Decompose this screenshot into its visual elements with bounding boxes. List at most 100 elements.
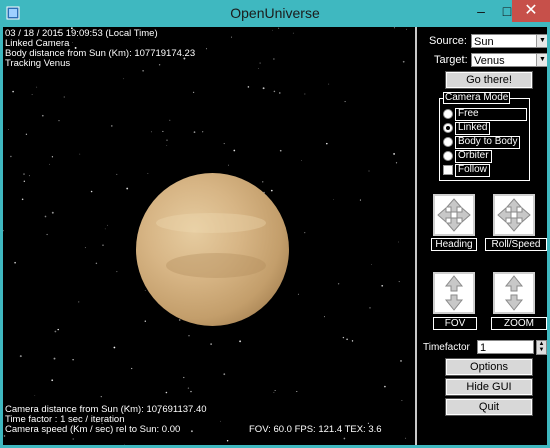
- orbiter-label: Orbiter: [455, 150, 492, 163]
- camera-mode-group: Camera Mode Free Linked Body to Body Orb…: [439, 92, 530, 181]
- target-label: Target:: [434, 54, 468, 66]
- roll-speed-label: Roll/Speed: [485, 238, 547, 251]
- hud-stats: FOV: 60.0 FPS: 121.4 TEX: 3.6: [249, 424, 382, 435]
- radio-orbiter[interactable]: [443, 151, 453, 161]
- star: [36, 86, 38, 88]
- timefactor-spinner[interactable]: ▲ ▼: [536, 340, 547, 355]
- four-way-arrow-icon: [497, 198, 531, 232]
- star: [393, 152, 396, 155]
- star: [95, 262, 98, 265]
- star: [183, 376, 185, 379]
- star: [166, 139, 168, 141]
- star: [57, 328, 59, 331]
- star: [178, 319, 181, 321]
- star: [402, 60, 405, 63]
- star: [398, 281, 400, 283]
- star: [54, 330, 57, 333]
- star: [166, 145, 168, 146]
- star: [84, 247, 86, 249]
- star: [239, 340, 242, 343]
- go-there-button[interactable]: Go there!: [445, 71, 533, 89]
- star: [223, 143, 225, 145]
- star: [10, 155, 12, 158]
- app-client-area: 03 / 18 / 2015 19:09:53 (Local Time) Lin…: [3, 27, 547, 445]
- star: [233, 149, 236, 152]
- star: [259, 62, 261, 64]
- radio-linked[interactable]: [443, 123, 453, 133]
- star: [188, 335, 190, 337]
- source-value: Sun: [474, 36, 494, 48]
- radio-free[interactable]: [443, 109, 453, 119]
- fov-control[interactable]: [433, 272, 475, 314]
- space-viewport[interactable]: 03 / 18 / 2015 19:09:53 (Local Time) Lin…: [3, 27, 415, 445]
- star: [187, 387, 190, 389]
- star: [274, 390, 276, 391]
- star: [23, 173, 25, 175]
- hud-tracking: Tracking Venus: [5, 58, 71, 69]
- star: [12, 90, 14, 93]
- star: [278, 27, 280, 29]
- close-button[interactable]: ✕: [512, 0, 550, 22]
- star: [247, 86, 250, 88]
- star: [381, 284, 384, 287]
- chevron-down-icon[interactable]: ▼: [536, 35, 547, 47]
- star: [158, 64, 161, 66]
- star: [58, 119, 60, 122]
- star: [323, 316, 325, 318]
- star: [346, 338, 348, 341]
- timefactor-input[interactable]: 1: [477, 340, 534, 354]
- free-label: Free: [455, 108, 527, 121]
- star: [393, 27, 395, 29]
- star: [262, 87, 265, 90]
- star: [165, 391, 168, 394]
- star: [44, 215, 47, 218]
- star: [49, 163, 50, 165]
- star: [206, 48, 207, 50]
- roll-speed-control[interactable]: [493, 194, 535, 236]
- star: [301, 160, 303, 162]
- star: [78, 301, 80, 303]
- star: [328, 83, 330, 85]
- star: [51, 379, 54, 382]
- star: [369, 307, 371, 309]
- star: [230, 36, 233, 38]
- follow-checkbox[interactable]: [443, 165, 453, 175]
- target-select[interactable]: Venus ▼: [471, 53, 547, 67]
- title-bar[interactable]: OpenUniverse – □ ✕: [0, 0, 550, 27]
- star: [297, 293, 299, 295]
- radio-body-to-body[interactable]: [443, 137, 453, 147]
- star: [342, 336, 345, 339]
- zoom-control[interactable]: [493, 272, 535, 314]
- body-to-body-label: Body to Body: [455, 136, 521, 149]
- star: [333, 198, 335, 200]
- star: [142, 70, 144, 72]
- star: [51, 211, 54, 214]
- star: [144, 290, 146, 291]
- star: [31, 94, 33, 95]
- star: [400, 359, 402, 362]
- star: [371, 264, 372, 265]
- star: [3, 229, 4, 232]
- star: [110, 125, 113, 127]
- hide-gui-button[interactable]: Hide GUI: [445, 378, 533, 396]
- star: [14, 261, 16, 264]
- star: [270, 189, 273, 192]
- chevron-down-icon[interactable]: ▼: [536, 54, 547, 66]
- heading-control[interactable]: [433, 194, 475, 236]
- up-down-arrow-icon: [504, 275, 524, 311]
- options-button[interactable]: Options: [445, 358, 533, 376]
- star: [368, 170, 370, 172]
- star: [190, 390, 192, 393]
- quit-button[interactable]: Quit: [445, 398, 533, 416]
- source-select[interactable]: Sun ▼: [471, 34, 547, 48]
- star: [100, 395, 102, 398]
- star: [102, 244, 104, 246]
- star: [72, 438, 74, 440]
- star: [23, 180, 25, 182]
- timefactor-label: Timefactor: [423, 342, 470, 353]
- cloud-band: [156, 213, 266, 233]
- venus-planet: [136, 173, 289, 326]
- star: [226, 440, 229, 442]
- star: [337, 283, 340, 285]
- star: [273, 58, 275, 60]
